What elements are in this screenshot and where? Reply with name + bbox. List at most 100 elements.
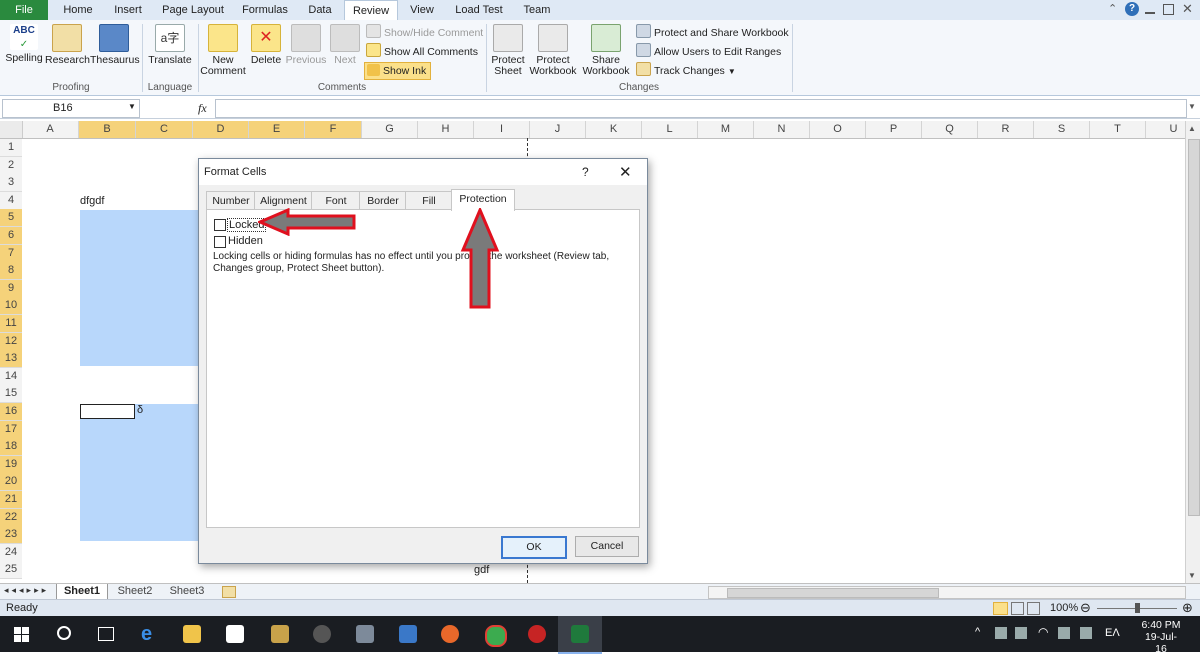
sheet-tab-1[interactable]: Sheet1 bbox=[56, 584, 108, 600]
chevron-down-icon[interactable]: ▼ bbox=[128, 102, 136, 111]
task-view-button[interactable] bbox=[84, 616, 128, 652]
column-header-r[interactable]: R bbox=[978, 121, 1034, 138]
taskbar-app-1[interactable] bbox=[258, 616, 302, 652]
chrome-button[interactable] bbox=[472, 616, 516, 652]
column-header-p[interactable]: P bbox=[866, 121, 922, 138]
row-header-22[interactable]: 22 bbox=[0, 508, 22, 527]
track-changes-button[interactable]: Track Changes ▼ bbox=[636, 62, 736, 78]
row-header-4[interactable]: 4 bbox=[0, 191, 22, 210]
column-header-o[interactable]: O bbox=[810, 121, 866, 138]
tab-file[interactable]: File bbox=[0, 0, 48, 20]
show-hide-comment-button[interactable]: Show/Hide Comment bbox=[366, 24, 483, 40]
active-cell[interactable] bbox=[80, 404, 135, 419]
row-header-10[interactable]: 10 bbox=[0, 297, 22, 316]
row-header-18[interactable]: 18 bbox=[0, 438, 22, 457]
row-header-24[interactable]: 24 bbox=[0, 543, 22, 562]
row-header-3[interactable]: 3 bbox=[0, 174, 22, 193]
store-button[interactable] bbox=[213, 616, 257, 652]
tab-view[interactable]: View bbox=[402, 0, 442, 20]
tray-icon[interactable] bbox=[1015, 627, 1027, 639]
new-comment-button[interactable]: New Comment bbox=[200, 24, 246, 77]
tab-number[interactable]: Number bbox=[206, 191, 256, 210]
allow-edit-ranges-button[interactable]: Allow Users to Edit Ranges bbox=[636, 43, 781, 59]
expand-formula-bar-icon[interactable]: ▼ bbox=[1188, 102, 1196, 111]
taskbar-app-3[interactable] bbox=[343, 616, 387, 652]
scroll-up-icon[interactable]: ▲ bbox=[1188, 124, 1196, 133]
row-header-23[interactable]: 23 bbox=[0, 526, 22, 545]
normal-view-icon[interactable] bbox=[993, 602, 1008, 615]
help-icon[interactable]: ? bbox=[1125, 2, 1139, 16]
wifi-icon[interactable]: ◠ bbox=[1038, 625, 1048, 639]
column-header-h[interactable]: H bbox=[418, 121, 474, 138]
cancel-button[interactable]: Cancel bbox=[575, 536, 639, 557]
row-header-9[interactable]: 9 bbox=[0, 279, 22, 298]
row-header-6[interactable]: 6 bbox=[0, 227, 22, 245]
taskbar-app-4[interactable] bbox=[386, 616, 430, 652]
restore-window-icon[interactable] bbox=[1163, 4, 1174, 15]
page-break-view-icon[interactable] bbox=[1027, 602, 1040, 615]
clock[interactable]: 6:40 PM 19-Jul-16 bbox=[1140, 619, 1182, 655]
spelling-button[interactable]: ABC ✓ Spelling bbox=[4, 24, 44, 64]
column-header-c[interactable]: C bbox=[136, 121, 193, 138]
row-header-7[interactable]: 7 bbox=[0, 244, 22, 263]
row-header-12[interactable]: 12 bbox=[0, 332, 22, 351]
close-window-icon[interactable]: ✕ bbox=[1182, 2, 1193, 16]
row-header-25[interactable]: 25 bbox=[0, 561, 22, 580]
tab-review[interactable]: Review bbox=[344, 0, 398, 22]
row-header-21[interactable]: 21 bbox=[0, 491, 22, 509]
column-header-b[interactable]: B bbox=[79, 121, 136, 138]
battery-icon[interactable] bbox=[1080, 627, 1092, 639]
horizontal-scroll-thumb[interactable] bbox=[727, 588, 939, 598]
thesaurus-button[interactable]: Thesaurus bbox=[90, 24, 140, 66]
sheet-tab-2[interactable]: Sheet2 bbox=[112, 584, 158, 599]
row-header-14[interactable]: 14 bbox=[0, 367, 22, 386]
select-all-corner[interactable] bbox=[0, 121, 23, 138]
column-header-d[interactable]: D bbox=[193, 121, 249, 138]
tab-formulas[interactable]: Formulas bbox=[236, 0, 294, 20]
start-button[interactable] bbox=[0, 616, 44, 652]
row-header-19[interactable]: 19 bbox=[0, 455, 22, 474]
row-header-13[interactable]: 13 bbox=[0, 350, 22, 369]
row-header-2[interactable]: 2 bbox=[0, 156, 22, 175]
next-comment-button[interactable]: Next bbox=[330, 24, 360, 66]
show-ink-button[interactable]: Show Ink bbox=[364, 62, 432, 80]
ok-button[interactable]: OK bbox=[501, 536, 567, 559]
hidden-label[interactable]: Hidden bbox=[228, 235, 263, 247]
translate-button[interactable]: a字 Translate bbox=[146, 24, 194, 66]
insert-function-icon[interactable]: fx bbox=[198, 101, 207, 116]
show-hidden-icons[interactable]: ^ bbox=[975, 626, 980, 638]
row-header-5[interactable]: 5 bbox=[0, 209, 22, 228]
row-header-16[interactable]: 16 bbox=[0, 403, 22, 421]
page-layout-view-icon[interactable] bbox=[1011, 602, 1024, 615]
language-indicator[interactable]: ΕΛ bbox=[1105, 627, 1120, 639]
column-header-e[interactable]: E bbox=[249, 121, 305, 138]
show-all-comments-button[interactable]: Show All Comments bbox=[366, 43, 478, 59]
research-button[interactable]: Research bbox=[45, 24, 90, 66]
minimize-ribbon-icon[interactable]: ⌃ bbox=[1108, 3, 1120, 15]
selected-range[interactable] bbox=[80, 210, 200, 366]
insert-sheet-icon[interactable] bbox=[222, 586, 236, 598]
taskbar-app-5[interactable] bbox=[515, 616, 559, 652]
column-header-f[interactable]: F bbox=[305, 121, 362, 138]
cell-b4[interactable]: dfgdf bbox=[80, 195, 104, 207]
column-header-a[interactable]: A bbox=[22, 121, 79, 138]
locked-checkbox[interactable] bbox=[214, 219, 226, 231]
dialog-help-button[interactable]: ? bbox=[582, 165, 589, 179]
scroll-down-icon[interactable]: ▼ bbox=[1188, 571, 1196, 580]
column-header-g[interactable]: G bbox=[362, 121, 418, 138]
column-header-t[interactable]: T bbox=[1090, 121, 1146, 138]
firefox-button[interactable] bbox=[428, 616, 472, 652]
sheet-tab-3[interactable]: Sheet3 bbox=[164, 584, 210, 599]
row-header-17[interactable]: 17 bbox=[0, 420, 22, 439]
hidden-checkbox[interactable] bbox=[214, 236, 226, 248]
formula-input[interactable] bbox=[215, 99, 1187, 118]
column-header-i[interactable]: I bbox=[474, 121, 530, 138]
share-workbook-button[interactable]: Share Workbook bbox=[580, 24, 632, 77]
protect-workbook-button[interactable]: Protect Workbook bbox=[528, 24, 578, 77]
selected-range[interactable] bbox=[80, 404, 200, 541]
zoom-level[interactable]: 100% bbox=[1050, 602, 1078, 614]
edge-button[interactable]: e bbox=[128, 616, 172, 652]
tab-team[interactable]: Team bbox=[516, 0, 558, 20]
minimize-window-icon[interactable] bbox=[1145, 12, 1155, 14]
dialog-close-icon[interactable]: ✕ bbox=[619, 163, 632, 181]
